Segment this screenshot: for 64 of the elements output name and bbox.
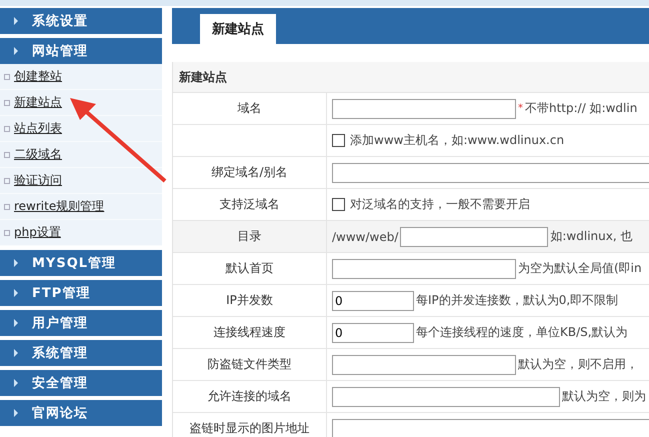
field-label: 盗链时显示的图片地址 bbox=[190, 420, 310, 437]
bullet-icon bbox=[4, 126, 10, 132]
menu-link[interactable]: rewrite规则管理 bbox=[14, 198, 104, 215]
triangle-icon bbox=[14, 349, 18, 357]
hint-text: 如:wdlinux, 也 bbox=[550, 228, 632, 245]
field-label: 连接线程速度 bbox=[214, 324, 286, 341]
input-field[interactable] bbox=[332, 162, 649, 182]
triangle-icon bbox=[14, 17, 18, 25]
hint-text: 为空为默认全局值(即in bbox=[518, 260, 642, 277]
triangle-icon bbox=[14, 379, 18, 387]
field-label: 默认首页 bbox=[226, 260, 274, 277]
bullet-icon bbox=[4, 204, 10, 210]
tab[interactable]: 新建站点 bbox=[200, 14, 276, 44]
hint-text: 添加www主机名，如:www.wdlinux.cn bbox=[350, 132, 564, 149]
checkbox[interactable] bbox=[332, 198, 345, 211]
bullet-icon bbox=[4, 152, 10, 158]
field-label: 防盗链文件类型 bbox=[208, 356, 292, 373]
input-field[interactable] bbox=[332, 418, 649, 437]
menu-group-header[interactable]: FTP管理 bbox=[0, 280, 162, 306]
menu-link[interactable]: 新建站点 bbox=[14, 94, 62, 111]
section-title: 新建站点 bbox=[173, 62, 649, 93]
hint-text: 默认为空，则不启用， bbox=[518, 356, 638, 373]
hint-text: 每IP的并发连接数，默认为0,即不限制 bbox=[416, 292, 618, 309]
input-field[interactable] bbox=[332, 386, 560, 406]
triangle-icon bbox=[14, 319, 18, 327]
hint-text: 每个连接线程的速度，单位KB/S,默认为 bbox=[416, 324, 628, 341]
hint-text: 对泛域名的支持，一般不需要开启 bbox=[350, 196, 530, 213]
checkbox[interactable] bbox=[332, 134, 345, 147]
input-field[interactable] bbox=[332, 354, 516, 374]
menu-link[interactable]: 验证访问 bbox=[14, 172, 62, 189]
input-field[interactable]: 0 bbox=[332, 290, 414, 310]
input-field[interactable]: 0 bbox=[332, 322, 414, 342]
field-label: 支持泛域名 bbox=[220, 196, 280, 213]
menu-group-header[interactable]: MYSQL管理 bbox=[0, 250, 162, 276]
hint-text: 不带http:// 如:wdlin bbox=[525, 100, 638, 117]
menu-group-header[interactable]: 网站管理 bbox=[0, 38, 162, 64]
bullet-icon bbox=[4, 178, 10, 184]
input-field[interactable] bbox=[400, 226, 548, 246]
triangle-icon bbox=[14, 259, 18, 267]
input-field[interactable] bbox=[332, 258, 516, 278]
menu-group-header[interactable]: 用户管理 bbox=[0, 310, 162, 336]
input-field[interactable] bbox=[332, 98, 516, 118]
bullet-icon bbox=[4, 74, 10, 80]
menu-group-header[interactable]: 系统管理 bbox=[0, 340, 162, 366]
menu-group-header[interactable]: 系统设置 bbox=[0, 8, 162, 34]
hint-text: 默认为空，则为 bbox=[562, 388, 646, 405]
triangle-icon bbox=[14, 409, 18, 417]
field-label: 目录 bbox=[238, 228, 262, 245]
triangle-icon bbox=[14, 289, 18, 297]
menu-group-header[interactable]: 安全管理 bbox=[0, 370, 162, 396]
menu-link[interactable]: 站点列表 bbox=[14, 120, 62, 137]
required-mark: * bbox=[518, 103, 523, 114]
bullet-icon bbox=[4, 230, 10, 236]
menu-link[interactable]: php设置 bbox=[14, 224, 61, 241]
menu-link[interactable]: 二级域名 bbox=[14, 146, 62, 163]
menu-link[interactable]: 创建整站 bbox=[14, 68, 62, 85]
field-label: 允许连接的域名 bbox=[208, 388, 292, 405]
field-label: 绑定域名/别名 bbox=[211, 164, 288, 181]
menu-group-header[interactable]: 官网论坛 bbox=[0, 400, 162, 426]
bullet-icon bbox=[4, 100, 10, 106]
field-label: 域名 bbox=[238, 100, 262, 117]
triangle-icon bbox=[14, 47, 18, 55]
path-prefix: /www/web/ bbox=[332, 230, 398, 244]
field-label: IP并发数 bbox=[226, 292, 273, 309]
